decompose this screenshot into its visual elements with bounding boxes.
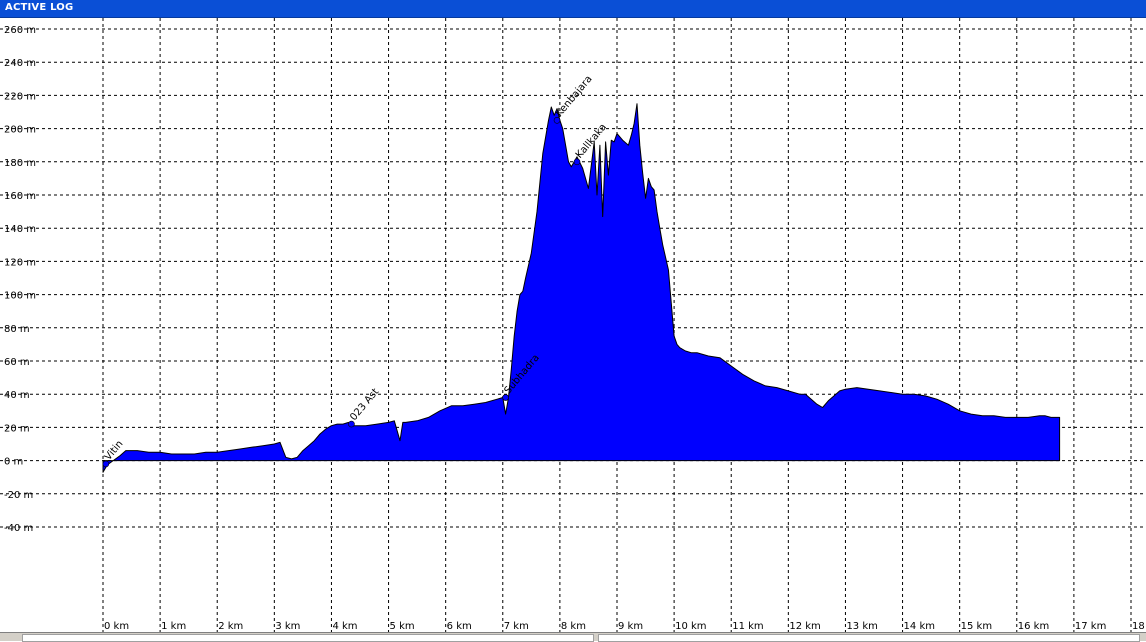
y-tick-label: -20 m <box>4 490 33 501</box>
waypoint-label: 023 Ast <box>348 387 381 423</box>
x-tick-label: 3 km <box>275 621 300 632</box>
y-tick-label: 20 m <box>4 423 30 434</box>
scrollbar-track-right[interactable] <box>598 634 1140 642</box>
window-title: ACTIVE LOG <box>5 2 74 13</box>
x-tick-label: 8 km <box>561 621 586 632</box>
y-axis-tick-labels: 260 m 240 m 220 m 200 m 180 m 160 m 140 m 120 m… <box>4 25 36 534</box>
waypoint-marker[interactable] <box>102 460 110 468</box>
x-tick-label: 15 km <box>961 621 992 632</box>
x-tick-label: 10 km <box>675 621 706 632</box>
y-tick-label: 260 m <box>4 25 36 36</box>
waypoint-marker[interactable] <box>502 394 509 401</box>
y-tick-label: 140 m <box>4 224 36 235</box>
x-tick-label: 5 km <box>390 621 415 632</box>
x-tick-label: 9 km <box>618 621 643 632</box>
waypoint-label: Kallkaka <box>574 122 609 161</box>
x-tick-label: 12 km <box>789 621 820 632</box>
window-titlebar: ACTIVE LOG <box>0 0 1146 18</box>
y-tick-label: 60 m <box>4 357 30 368</box>
x-tick-label: 14 km <box>904 621 935 632</box>
x-tick-label: 0 km <box>104 621 129 632</box>
x-axis-tick-labels: 0 km 1 km 2 km 3 km 4 km 5 km 6 km 7 km 8 km 9 km… <box>104 621 1146 632</box>
y-tick-label: 120 m <box>4 257 36 268</box>
x-tick-label: 11 km <box>732 621 763 632</box>
x-tick-label: 7 km <box>504 621 529 632</box>
y-tick-label: 0 m <box>4 457 23 468</box>
y-tick-label: 80 m <box>4 324 30 335</box>
x-tick-label: 6 km <box>447 621 472 632</box>
waypoint-marker[interactable] <box>348 420 355 428</box>
y-tick-label: 220 m <box>4 91 36 102</box>
x-tick-label: 2 km <box>218 621 243 632</box>
waypoint-marker[interactable] <box>553 117 561 124</box>
y-tick-label: 160 m <box>4 191 36 202</box>
scrollbar-track-left[interactable] <box>22 634 594 642</box>
x-tick-label: 18 km <box>1132 621 1146 632</box>
elevation-chart-svg: 260 m 240 m 220 m 200 m 180 m 160 m 140 m 120 m… <box>0 18 1146 632</box>
y-tick-label: 240 m <box>4 58 36 69</box>
y-tick-label: 40 m <box>4 390 30 401</box>
x-tick-label: 1 km <box>161 621 186 632</box>
waypoint-marker[interactable] <box>573 158 581 166</box>
elevation-profile-plot: 260 m 240 m 220 m 200 m 180 m 160 m 140 m 120 m… <box>0 18 1146 632</box>
x-tick-label: 13 km <box>846 621 877 632</box>
x-tick-label: 17 km <box>1075 621 1106 632</box>
x-tick-label: 4 km <box>332 621 357 632</box>
y-tick-label: 200 m <box>4 125 36 136</box>
y-tick-label: 100 m <box>4 291 36 302</box>
y-tick-label: -40 m <box>4 523 33 534</box>
x-tick-label: 16 km <box>1018 621 1049 632</box>
y-tick-label: 180 m <box>4 158 36 169</box>
